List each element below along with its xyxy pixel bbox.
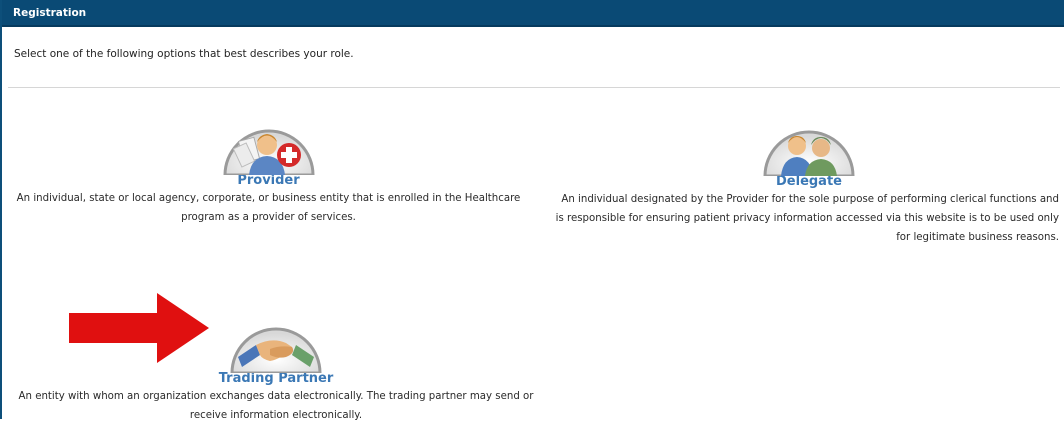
delegate-icon[interactable] [759, 118, 859, 176]
red-arrow-icon [69, 293, 214, 367]
intro-text: Select one of the following options that… [14, 48, 354, 60]
divider [8, 87, 1060, 88]
role-option-provider[interactable]: Provider An individual, state or local a… [16, 117, 521, 227]
provider-description: An individual, state or local agency, co… [16, 193, 521, 223]
role-option-delegate[interactable]: Delegate An individual designated by the… [555, 118, 1063, 247]
trading-partner-title[interactable]: Trading Partner [16, 371, 536, 386]
provider-icon[interactable] [219, 117, 319, 175]
delegate-description: An individual designated by the Provider… [555, 194, 1059, 243]
trading-partner-description: An entity with whom an organization exch… [18, 391, 534, 421]
registration-panel: Registration Select one of the following… [0, 0, 1064, 421]
handshake-icon[interactable] [226, 315, 326, 373]
panel-title: Registration [13, 7, 87, 19]
delegate-title[interactable]: Delegate [555, 174, 1063, 189]
provider-title[interactable]: Provider [16, 173, 521, 188]
panel-header: Registration [2, 0, 1064, 27]
